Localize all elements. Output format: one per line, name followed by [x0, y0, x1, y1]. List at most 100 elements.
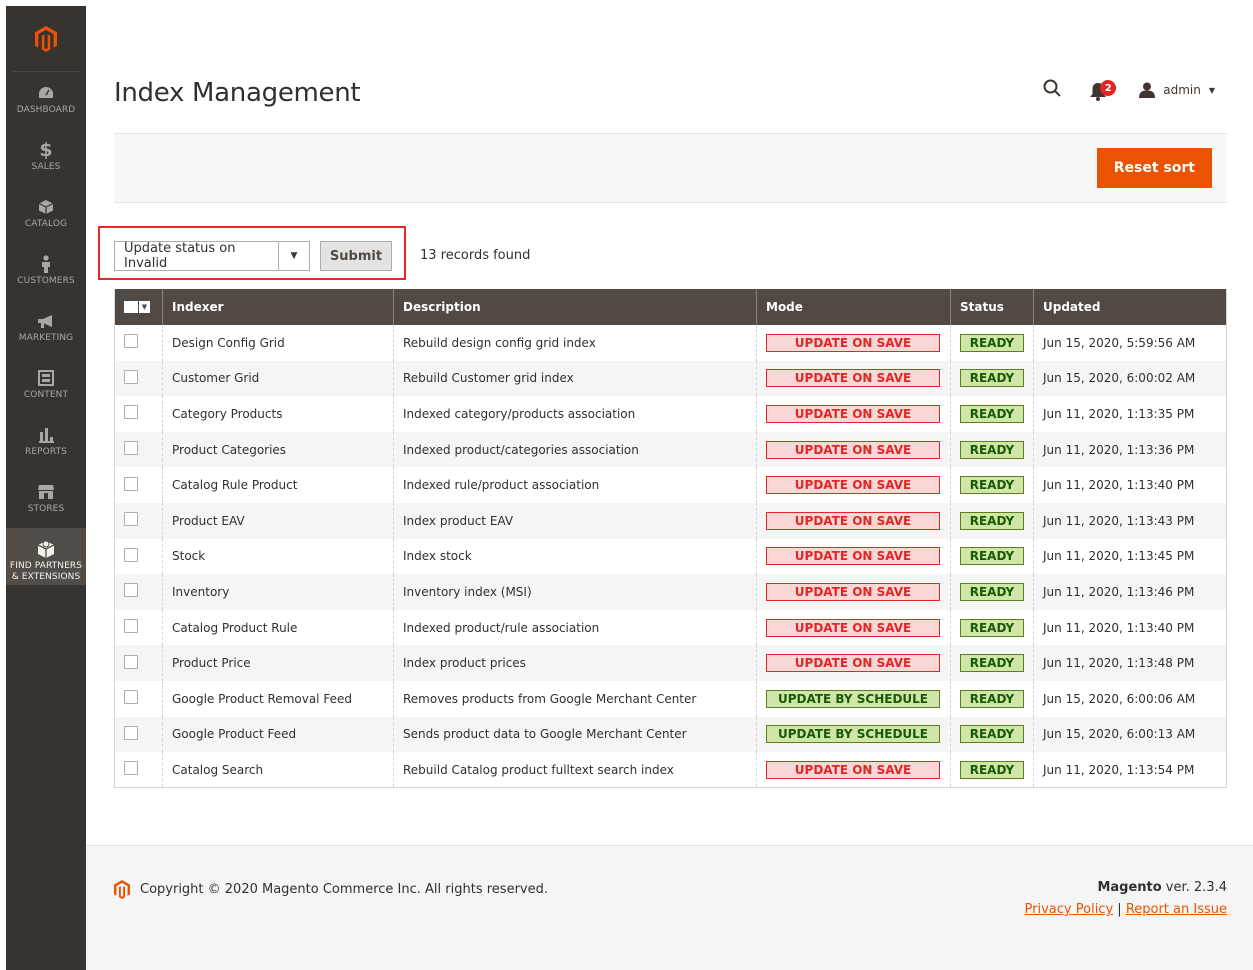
sidebar-item-catalog[interactable]: CATALOG — [6, 186, 86, 243]
table-row[interactable]: Catalog Rule Product Indexed rule/product… — [114, 467, 1227, 503]
row-checkbox[interactable] — [124, 334, 138, 349]
row-checkbox-cell[interactable] — [114, 502, 163, 539]
privacy-policy-link[interactable]: Privacy Policy — [1025, 902, 1114, 917]
sidebar-item-customers[interactable]: CUSTOMERS — [6, 243, 86, 300]
table-row[interactable]: Product Categories Indexed product/catego… — [114, 431, 1227, 468]
column-header-indexer[interactable]: Indexer — [162, 289, 394, 325]
table-row[interactable]: Product Price Index product prices UPDATE … — [114, 645, 1227, 681]
report-issue-link[interactable]: Report an Issue — [1126, 902, 1227, 917]
row-checkbox[interactable] — [124, 619, 138, 634]
column-header-updated[interactable]: Updated — [1033, 289, 1227, 325]
status-badge: READY — [960, 689, 1024, 708]
bar-chart-icon — [38, 425, 54, 445]
description-cell: Rebuild Catalog product fulltext search … — [393, 752, 757, 789]
submit-button[interactable]: Submit — [320, 241, 392, 271]
table-row[interactable]: Category Products Indexed category/produc… — [114, 396, 1227, 432]
table-row[interactable]: Customer Grid Rebuild Customer grid index… — [114, 360, 1227, 397]
updated-cell: Jun 15, 2020, 6:00:13 AM — [1033, 716, 1227, 753]
column-header-status[interactable]: Status — [950, 289, 1034, 325]
mode-badge: UPDATE ON SAVE — [766, 511, 940, 530]
select-all-header[interactable]: ▼ — [114, 289, 163, 325]
table-row[interactable]: Google Product Feed Sends product data to… — [114, 716, 1227, 753]
updated-cell: Jun 11, 2020, 1:13:40 PM — [1033, 467, 1227, 503]
sidebar-item-marketing[interactable]: MARKETING — [6, 300, 86, 357]
column-header-description[interactable]: Description — [393, 289, 757, 325]
sidebar-item-stores[interactable]: STORES — [6, 471, 86, 528]
table-row[interactable]: Catalog Product Rule Indexed product/rule… — [114, 609, 1227, 646]
sidebar-item-label: SALES — [31, 162, 61, 172]
row-checkbox-cell[interactable] — [114, 609, 163, 646]
status-badge: READY — [960, 760, 1024, 779]
notifications-button[interactable]: 2 — [1089, 79, 1117, 101]
row-checkbox-cell[interactable] — [114, 431, 163, 468]
updated-cell: Jun 11, 2020, 1:13:54 PM — [1033, 752, 1227, 789]
massaction-select[interactable]: Update status on Invalid ▼ — [114, 241, 310, 271]
table-row[interactable]: Google Product Removal Feed Removes produ… — [114, 680, 1227, 717]
row-checkbox-cell[interactable] — [114, 325, 163, 361]
magento-logo[interactable] — [12, 6, 80, 72]
row-checkbox[interactable] — [124, 761, 138, 776]
page-title: Index Management — [114, 78, 361, 108]
row-checkbox-cell[interactable] — [114, 467, 163, 503]
sidebar-item-reports[interactable]: REPORTS — [6, 414, 86, 471]
row-checkbox-cell[interactable] — [114, 680, 163, 717]
updated-cell: Jun 11, 2020, 1:13:43 PM — [1033, 502, 1227, 539]
reset-sort-button[interactable]: Reset sort — [1096, 148, 1212, 188]
select-all-dropdown-icon[interactable]: ▼ — [139, 301, 150, 313]
select-all-checkbox[interactable] — [124, 301, 138, 313]
copyright: Copyright © 2020 Magento Commerce Inc. A… — [114, 880, 548, 899]
row-checkbox[interactable] — [124, 690, 138, 705]
row-checkbox[interactable] — [124, 405, 138, 420]
row-checkbox[interactable] — [124, 547, 138, 562]
sidebar-item-sales[interactable]: $ SALES — [6, 129, 86, 186]
table-row[interactable]: Design Config Grid Rebuild design config … — [114, 325, 1227, 361]
status-cell: READY — [950, 396, 1034, 432]
row-checkbox-cell[interactable] — [114, 645, 163, 681]
row-checkbox[interactable] — [124, 512, 138, 527]
user-menu[interactable]: admin ▼ — [1139, 82, 1215, 98]
status-badge: READY — [960, 333, 1024, 352]
extensions-icon — [36, 539, 56, 559]
mode-cell: UPDATE ON SAVE — [756, 325, 951, 361]
sidebar-item-dashboard[interactable]: DASHBOARD — [6, 72, 86, 129]
status-cell: READY — [950, 716, 1034, 753]
table-row[interactable]: Catalog Search Rebuild Catalog product fu… — [114, 752, 1227, 789]
row-checkbox[interactable] — [124, 369, 138, 384]
row-checkbox-cell[interactable] — [114, 396, 163, 432]
brand-name: Magento — [1097, 880, 1162, 895]
table-row[interactable]: Inventory Inventory index (MSI) UPDATE ON … — [114, 574, 1227, 610]
mode-badge: UPDATE BY SCHEDULE — [766, 689, 940, 708]
mode-badge: UPDATE BY SCHEDULE — [766, 725, 940, 744]
sidebar-item-label: MARKETING — [18, 333, 74, 343]
row-checkbox[interactable] — [124, 654, 138, 669]
row-checkbox-cell[interactable] — [114, 538, 163, 575]
search-icon[interactable] — [1043, 79, 1061, 101]
indexer-cell: Catalog Search — [162, 752, 394, 789]
sidebar-item-content[interactable]: CONTENT — [6, 357, 86, 414]
mode-cell: UPDATE ON SAVE — [756, 502, 951, 539]
row-checkbox[interactable] — [124, 725, 138, 740]
row-checkbox-cell[interactable] — [114, 574, 163, 610]
table-row[interactable]: Stock Index stock UPDATE ON SAVE READY Jun 1… — [114, 538, 1227, 575]
description-cell: Rebuild Customer grid index — [393, 360, 757, 397]
notification-count-badge: 2 — [1100, 80, 1117, 96]
status-cell: READY — [950, 538, 1034, 575]
row-checkbox[interactable] — [124, 583, 138, 598]
mode-cell: UPDATE ON SAVE — [756, 360, 951, 397]
person-icon — [40, 254, 52, 274]
sidebar-item-find[interactable]: FIND PARTNERS & EXTENSIONS — [6, 528, 86, 585]
row-checkbox-cell[interactable] — [114, 716, 163, 753]
row-checkbox[interactable] — [124, 441, 138, 456]
row-checkbox-cell[interactable] — [114, 752, 163, 789]
indexer-cell: Google Product Feed — [162, 716, 394, 753]
mode-cell: UPDATE ON SAVE — [756, 574, 951, 610]
store-icon — [37, 482, 55, 502]
indexer-grid: ▼ Indexer Description Mode Status Update… — [114, 289, 1227, 789]
row-checkbox[interactable] — [124, 476, 138, 491]
row-checkbox-cell[interactable] — [114, 360, 163, 397]
description-cell: Index stock — [393, 538, 757, 575]
sidebar-item-label: FIND PARTNERS & EXTENSIONS — [9, 561, 83, 582]
massaction-selected-value: Update status on Invalid — [124, 241, 236, 271]
table-row[interactable]: Product EAV Index product EAV UPDATE ON SA… — [114, 502, 1227, 539]
column-header-mode[interactable]: Mode — [756, 289, 951, 325]
